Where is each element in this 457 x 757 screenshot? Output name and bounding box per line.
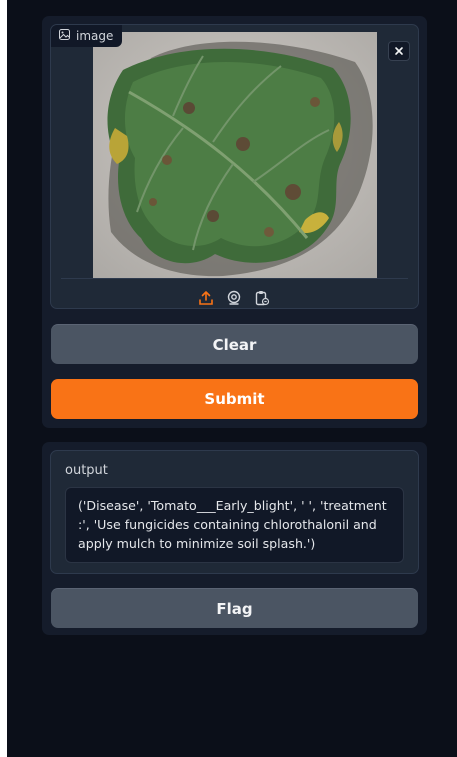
image-label-text: image <box>76 29 114 43</box>
output-textbox[interactable]: ('Disease', 'Tomato___Early_blight', ' '… <box>65 487 404 563</box>
webcam-icon[interactable] <box>224 288 244 308</box>
image-input[interactable]: image <box>50 24 419 309</box>
image-label: image <box>51 25 123 47</box>
toolbar-divider <box>61 278 408 279</box>
image-icon <box>59 29 70 43</box>
flag-button[interactable]: Flag <box>51 588 418 628</box>
upload-icon[interactable] <box>196 288 216 308</box>
submit-button[interactable]: Submit <box>51 379 418 419</box>
close-icon[interactable] <box>388 41 410 61</box>
output-label: output <box>65 463 108 478</box>
app-container: image Clear Submit output ('Disease', 'T… <box>7 0 457 757</box>
uploaded-image <box>93 32 377 278</box>
input-panel: image <box>42 16 427 428</box>
clear-button[interactable]: Clear <box>51 324 418 364</box>
output-block: output ('Disease', 'Tomato___Early_bligh… <box>50 450 419 574</box>
clipboard-icon[interactable] <box>252 288 272 308</box>
